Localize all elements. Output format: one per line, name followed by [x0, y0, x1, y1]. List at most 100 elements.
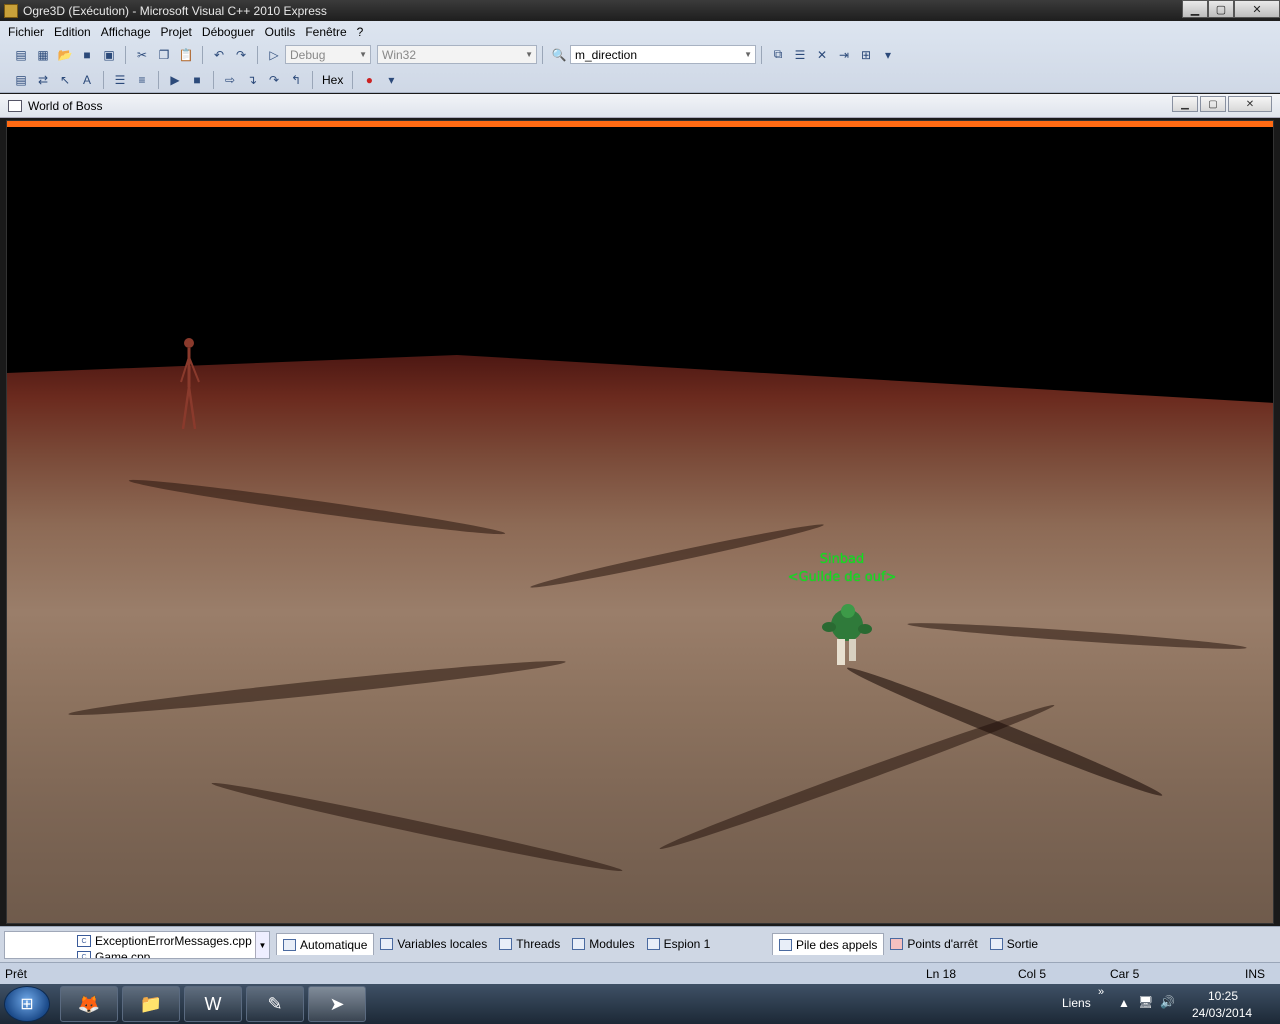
- toolbar-separator: [761, 45, 762, 64]
- menu-outils[interactable]: Outils: [260, 25, 301, 39]
- firefox-taskbar-icon[interactable]: 🦊: [60, 986, 118, 1022]
- tab-label: Pile des appels: [796, 937, 878, 952]
- warcraft-taskbar-icon[interactable]: W: [184, 986, 242, 1022]
- cut-icon[interactable]: ✂: [132, 46, 152, 64]
- hex-toggle-button[interactable]: Hex: [318, 73, 347, 87]
- menu-affichage[interactable]: Affichage: [96, 25, 156, 39]
- configuration-select[interactable]: Debug ▼: [285, 45, 371, 64]
- clock-time[interactable]: 10:25: [1208, 989, 1238, 1003]
- copy-icon[interactable]: ❐: [154, 46, 174, 64]
- menu-fenetre[interactable]: Fenêtre: [300, 25, 351, 39]
- text-editor-icon[interactable]: ▤: [11, 71, 31, 89]
- toolbar-separator: [542, 45, 543, 64]
- debug-tabs-right: Pile des appels Points d'arrêt Sortie: [772, 933, 1044, 955]
- find-input[interactable]: m_direction ▼: [570, 45, 756, 64]
- menu-fichier[interactable]: Fichier: [3, 25, 49, 39]
- standard-toolbar: ▤ ▦ 📂 ■ ▣ ✂ ❐ 📋 ↶ ↷ ▷ Debug ▼ Win32 ▼ 🔍 m_…: [0, 42, 1280, 67]
- windows-taskbar: ⊞ 🦊 📁 W ✎ ➤ Liens » ▲ 🖥 🔊 10:25 24/03/20…: [0, 984, 1280, 1024]
- start-page-icon[interactable]: ⇥: [834, 46, 854, 64]
- tab-automatique[interactable]: Automatique: [276, 933, 375, 955]
- visual-studio-taskbar-icon[interactable]: ✎: [246, 986, 304, 1022]
- minimize-button[interactable]: ▁: [1182, 0, 1208, 18]
- file-item[interactable]: C ExceptionErrorMessages.cpp: [77, 934, 252, 948]
- save-all-icon[interactable]: ▣: [99, 46, 119, 64]
- continue-debug-icon[interactable]: ▷: [264, 46, 284, 64]
- links-chevron[interactable]: »: [1098, 986, 1104, 998]
- platform-select[interactable]: Win32 ▼: [377, 45, 537, 64]
- properties-icon[interactable]: ☰: [790, 46, 810, 64]
- game-viewport[interactable]: Sinbad <Guilde de ouf>: [6, 120, 1274, 924]
- maximize-button[interactable]: ▢: [1208, 0, 1234, 18]
- word-complete-icon[interactable]: A: [77, 71, 97, 89]
- clock-date[interactable]: 24/03/2014: [1192, 1006, 1252, 1020]
- tab-pile-des-appels[interactable]: Pile des appels: [772, 933, 885, 955]
- comment-icon[interactable]: ≡: [132, 71, 152, 89]
- toolbar-options-icon[interactable]: ▾: [381, 71, 401, 89]
- quick-info-icon[interactable]: ⇄: [33, 71, 53, 89]
- paste-icon[interactable]: 📋: [176, 46, 196, 64]
- toolbar-options-icon[interactable]: ▾: [878, 46, 898, 64]
- step-out-icon[interactable]: ↰: [286, 71, 306, 89]
- menu-deboguer[interactable]: Déboguer: [197, 25, 260, 39]
- start-debug-icon[interactable]: ▶: [165, 71, 185, 89]
- open-file-icon[interactable]: 📂: [55, 46, 75, 64]
- menu-help[interactable]: ?: [352, 25, 369, 39]
- step-over-icon[interactable]: ↷: [264, 71, 284, 89]
- tab-variables-locales[interactable]: Variables locales: [374, 933, 493, 955]
- debug-panels: C ExceptionErrorMessages.cpp C Game.cpp …: [0, 926, 1280, 962]
- file-item[interactable]: C Game.cpp: [77, 950, 150, 958]
- network-icon[interactable]: 🖥: [1138, 995, 1153, 1009]
- player-character-sinbad[interactable]: [815, 603, 875, 673]
- game-maximize-button[interactable]: ▢: [1200, 96, 1226, 112]
- chevron-down-icon: ▼: [525, 50, 533, 59]
- cpp-file-icon: C: [77, 935, 91, 947]
- tab-modules[interactable]: Modules: [566, 933, 640, 955]
- breakpoints-icon[interactable]: ●: [359, 71, 379, 89]
- save-icon[interactable]: ■: [77, 46, 97, 64]
- links-toolbar[interactable]: Liens: [1062, 996, 1091, 1010]
- terrain-crack: [128, 474, 506, 540]
- menu-edition[interactable]: Edition: [49, 25, 96, 39]
- window-title: Ogre3D (Exécution) - Microsoft Visual C+…: [23, 3, 327, 18]
- threads-icon: [499, 938, 513, 950]
- show-hidden-icons-icon[interactable]: ▲: [1118, 996, 1130, 1010]
- cpp-file-icon: C: [77, 951, 91, 958]
- solution-explorer-icon[interactable]: ⧉: [768, 46, 788, 64]
- close-button[interactable]: ✕: [1234, 0, 1280, 18]
- parameter-info-icon[interactable]: ↖: [55, 71, 75, 89]
- explorer-taskbar-icon[interactable]: 📁: [122, 986, 180, 1022]
- redo-icon[interactable]: ↷: [231, 46, 251, 64]
- show-next-statement-icon[interactable]: ⇨: [220, 71, 240, 89]
- new-project-icon[interactable]: ▤: [11, 46, 31, 64]
- undo-icon[interactable]: ↶: [209, 46, 229, 64]
- stop-debug-icon[interactable]: ■: [187, 71, 207, 89]
- step-into-icon[interactable]: ↴: [242, 71, 262, 89]
- status-insert-mode: INS: [1245, 967, 1266, 981]
- window-title-bar: Ogre3D (Exécution) - Microsoft Visual C+…: [0, 0, 1280, 21]
- tab-label: Variables locales: [397, 937, 488, 951]
- chevron-down-icon[interactable]: ▼: [255, 932, 269, 958]
- start-button[interactable]: ⊞: [4, 986, 50, 1022]
- tab-points-arret[interactable]: Points d'arrêt: [884, 933, 983, 955]
- volume-icon[interactable]: 🔊: [1160, 995, 1175, 1009]
- indent-icon[interactable]: ☰: [110, 71, 130, 89]
- tab-espion-1[interactable]: Espion 1: [641, 933, 717, 955]
- game-window-taskbar-icon[interactable]: ➤: [308, 986, 366, 1022]
- status-char: Car 5: [1110, 967, 1140, 981]
- toolbar-separator: [103, 70, 104, 89]
- tools-icon[interactable]: ✕: [812, 46, 832, 64]
- add-item-icon[interactable]: ▦: [33, 46, 53, 64]
- extension-icon[interactable]: ⊞: [856, 46, 876, 64]
- ide-chrome: Fichier Edition Affichage Projet Débogue…: [0, 21, 1280, 93]
- tab-threads[interactable]: Threads: [493, 933, 566, 955]
- toolbar-separator: [257, 45, 258, 64]
- tab-sortie[interactable]: Sortie: [984, 933, 1044, 955]
- terrain-crack: [907, 619, 1247, 653]
- game-minimize-button[interactable]: ▁: [1172, 96, 1198, 112]
- find-in-files-icon[interactable]: 🔍: [549, 46, 569, 64]
- open-files-list[interactable]: C ExceptionErrorMessages.cpp C Game.cpp …: [4, 931, 270, 959]
- game-window-title-bar: World of Boss ▁ ▢ ✕: [0, 94, 1280, 118]
- menu-projet[interactable]: Projet: [156, 25, 197, 39]
- player-nameplate: Sinbad <Guilde de ouf>: [777, 551, 907, 587]
- game-close-button[interactable]: ✕: [1228, 96, 1272, 112]
